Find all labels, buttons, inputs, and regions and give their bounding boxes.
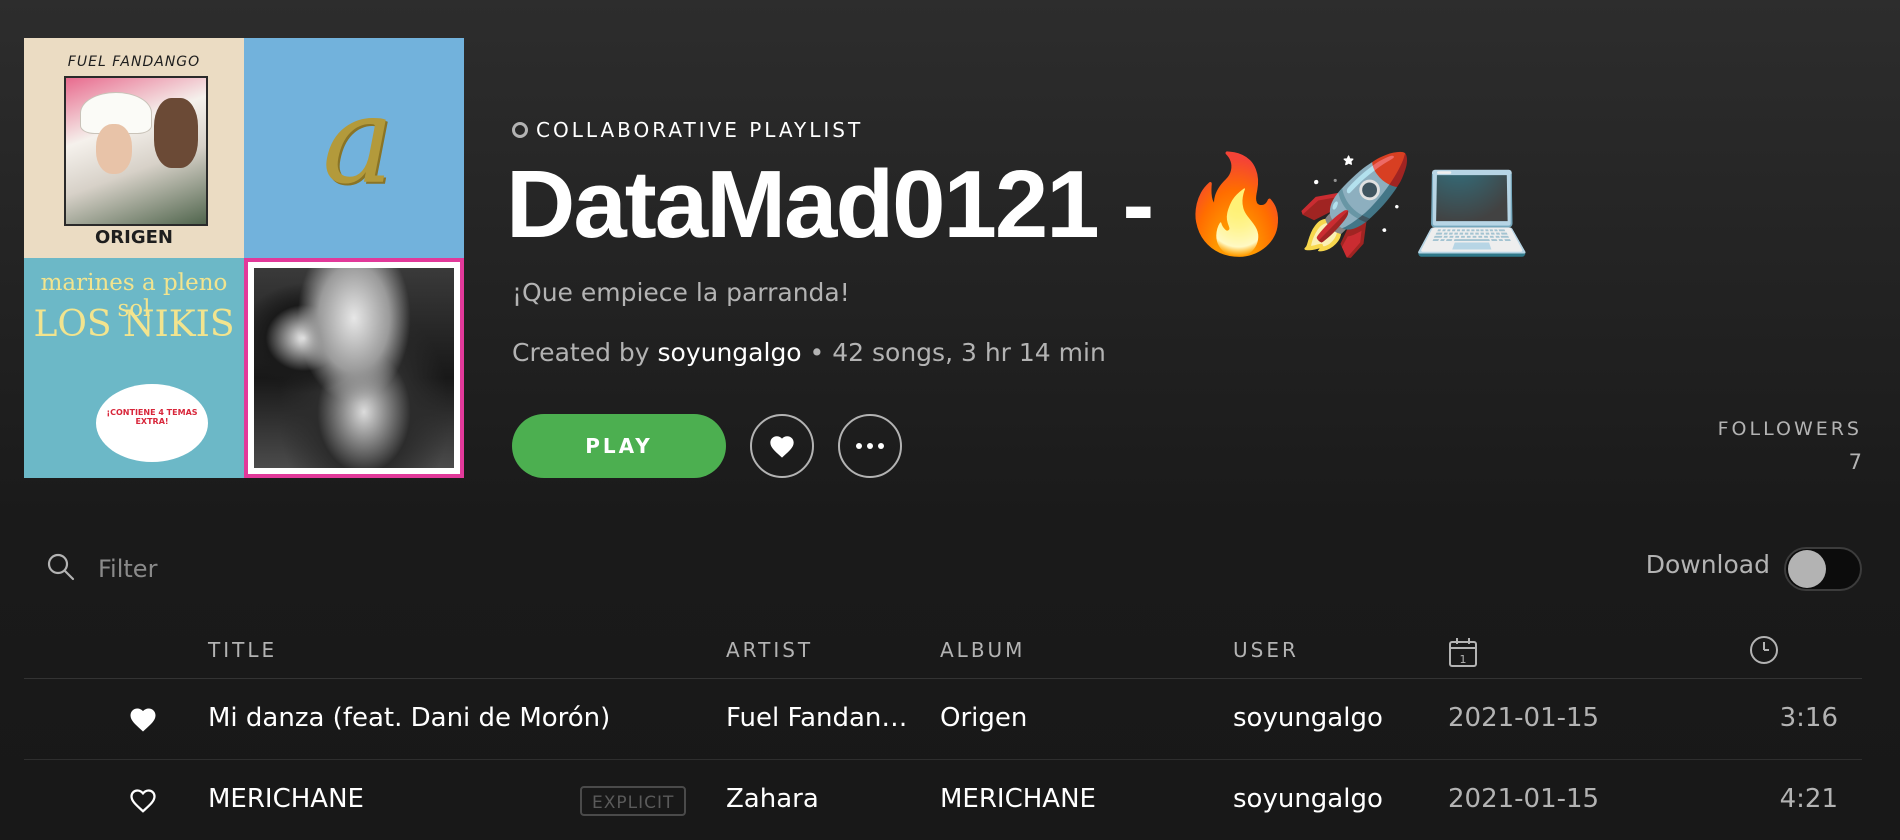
man-shape	[154, 98, 198, 168]
track-user[interactable]: soyungalgo	[1233, 784, 1433, 814]
starburst-text: ¡CONTIENE 4 TEMAS EXTRA!	[106, 408, 198, 426]
cover-tile-los-nikis: marines a pleno sol LOS NIKIS ¡CONTIENE …	[24, 258, 244, 478]
filter-input[interactable]	[96, 548, 400, 590]
more-options-button[interactable]	[838, 414, 902, 478]
playlist-title: DataMad0121 - 🔥🚀💻	[506, 151, 1532, 258]
track-duration: 4:21	[1779, 784, 1838, 814]
column-user[interactable]: USER	[1233, 638, 1299, 662]
track-date-added: 2021-01-15	[1448, 784, 1600, 814]
heart-filled-icon	[130, 708, 156, 732]
created-by-prefix: Created by	[512, 338, 658, 367]
column-album[interactable]: ALBUM	[940, 638, 1025, 662]
cover-tile-origen: FUEL FANDANGO ORIGEN	[24, 38, 244, 258]
owner-link[interactable]: soyungalgo	[658, 338, 802, 367]
like-button[interactable]	[750, 414, 814, 478]
column-title[interactable]: TITLE	[208, 638, 277, 662]
download-label: Download	[1645, 550, 1770, 579]
track-row[interactable]: MERICHANE EXPLICIT Zahara MERICHANE soyu…	[24, 760, 1862, 840]
track-row[interactable]: Mi danza (feat. Dani de Morón) Fuel Fand…	[24, 679, 1862, 760]
playlist-stats: • 42 songs, 3 hr 14 min	[801, 338, 1106, 367]
face-shape	[96, 124, 132, 174]
search-icon	[47, 553, 75, 581]
track-artist[interactable]: Zahara	[726, 784, 926, 814]
cover-tile-artwork	[64, 76, 208, 226]
track-artist[interactable]: Fuel Fandan…	[726, 703, 926, 733]
track-duration: 3:16	[1779, 703, 1838, 733]
svg-text:1: 1	[1460, 653, 1467, 666]
toggle-knob	[1788, 550, 1826, 588]
track-title[interactable]: MERICHANE	[208, 784, 568, 814]
track-like-button[interactable]	[128, 786, 158, 818]
heart-outline-icon	[130, 789, 156, 813]
heart-icon	[770, 436, 794, 458]
bw-photo	[254, 268, 454, 468]
playlist-meta: Created by soyungalgo • 42 songs, 3 hr 1…	[512, 338, 1106, 367]
track-album[interactable]: Origen	[940, 703, 1220, 733]
playlist-cover: FUEL FANDANGO ORIGEN a marines a pleno s…	[24, 38, 464, 478]
followers-label: FOLLOWERS	[1717, 418, 1862, 440]
track-album[interactable]: MERICHANE	[940, 784, 1220, 814]
cover-tile-album-text: ORIGEN	[95, 227, 173, 248]
cover-tile-glyph: a	[322, 72, 394, 211]
clock-icon[interactable]	[1748, 634, 1780, 666]
playlist-description: ¡Que empiece la parranda!	[512, 278, 850, 307]
explicit-badge: EXPLICIT	[580, 786, 687, 816]
playlist-page: FUEL FANDANGO ORIGEN a marines a pleno s…	[0, 0, 1900, 840]
calendar-icon[interactable]: 1	[1448, 636, 1478, 668]
download-toggle[interactable]	[1784, 547, 1862, 591]
ellipsis-icon	[856, 443, 884, 449]
track-title[interactable]: Mi danza (feat. Dani de Morón)	[208, 703, 708, 733]
column-artist[interactable]: ARTIST	[726, 638, 813, 662]
track-user[interactable]: soyungalgo	[1233, 703, 1433, 733]
followers-count: 7	[1848, 450, 1862, 474]
cover-tile-photo	[244, 258, 464, 478]
cover-tile-artist-text: FUEL FANDANGO	[67, 54, 201, 70]
track-date-added: 2021-01-15	[1448, 703, 1600, 733]
play-button[interactable]: PLAY	[512, 414, 726, 478]
track-like-button[interactable]	[128, 705, 158, 737]
cover-tile-artist-text: LOS NIKIS	[33, 304, 235, 345]
tracklist-header: TITLE ARTIST ALBUM USER 1	[24, 622, 1862, 679]
playlist-kind-label: COLLABORATIVE PLAYLIST	[536, 118, 864, 142]
collaborative-icon	[512, 122, 528, 138]
cover-tile-letter: a	[244, 38, 464, 258]
playlist-kind: COLLABORATIVE PLAYLIST	[512, 118, 863, 142]
